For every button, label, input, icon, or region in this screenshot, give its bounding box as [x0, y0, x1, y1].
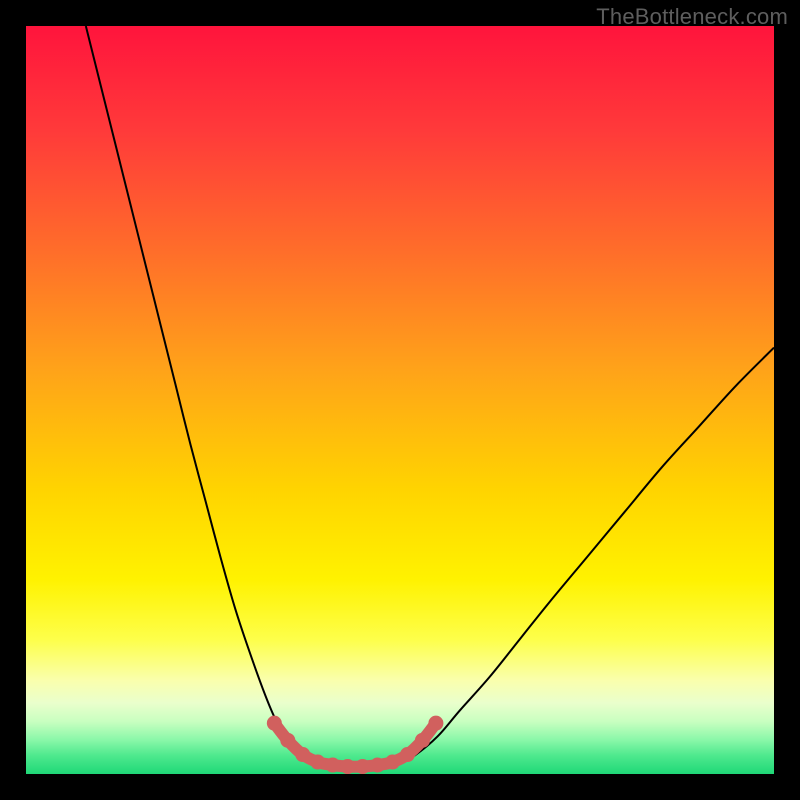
trough-marker: [267, 716, 282, 731]
trough-marker: [355, 759, 370, 774]
trough-marker: [385, 755, 400, 770]
trough-marker: [325, 758, 340, 773]
trough-marker: [295, 747, 310, 762]
trough-marker: [280, 733, 295, 748]
trough-marker: [428, 716, 443, 731]
trough-marker: [340, 759, 355, 774]
watermark-text: TheBottleneck.com: [596, 4, 788, 30]
right-curve: [400, 348, 774, 763]
trough-marker: [310, 755, 325, 770]
trough-marker: [400, 747, 415, 762]
chart-frame: TheBottleneck.com: [0, 0, 800, 800]
trough-marker: [370, 758, 385, 773]
chart-curves: [26, 26, 774, 774]
plot-area: [26, 26, 774, 774]
trough-marker: [415, 733, 430, 748]
left-curve: [86, 26, 310, 763]
